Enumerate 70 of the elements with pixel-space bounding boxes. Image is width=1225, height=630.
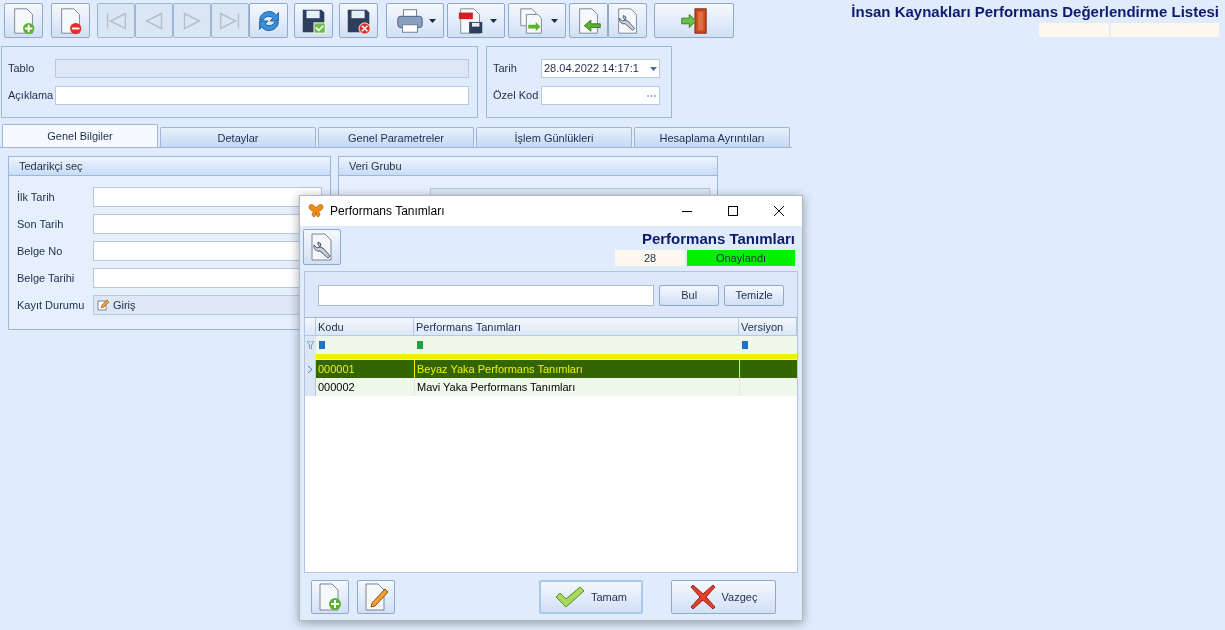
field-label: İlk Tarih — [17, 189, 56, 205]
ellipsis-icon — [647, 94, 656, 97]
edit-document-icon — [363, 583, 389, 611]
toolbar-button[interactable] — [447, 3, 505, 38]
status-value: Giriş — [112, 297, 136, 313]
tablo-field[interactable] — [55, 59, 469, 78]
field-label: Özel Kod — [493, 88, 540, 104]
toolbar-button[interactable] — [294, 3, 333, 38]
tab[interactable]: İşlem Günlükleri — [476, 127, 632, 147]
table-row[interactable]: 000001 Beyaz Yaka Performans Tanımları — [305, 360, 797, 378]
add-document-icon — [317, 583, 343, 611]
find-button[interactable]: Bul — [659, 285, 720, 306]
caret-icon — [428, 18, 436, 23]
field-label: Belge Tarihi — [17, 270, 76, 286]
row-pointer-icon — [308, 365, 312, 373]
edit-button[interactable] — [357, 580, 395, 614]
tab[interactable]: Genel Parametreler — [318, 127, 474, 147]
butterfly-icon — [308, 204, 324, 218]
table-row[interactable]: 000002 Mavi Yaka Performans Tanımları — [305, 378, 797, 396]
checkmark-icon — [554, 586, 585, 608]
filter-icon — [307, 341, 314, 349]
tab[interactable]: Hesaplama Ayrıntıları — [634, 127, 790, 147]
toolbar-button[interactable] — [51, 3, 90, 38]
input-field[interactable] — [93, 187, 322, 207]
column-header[interactable]: Kodu — [316, 318, 414, 335]
cancel-button[interactable]: Vazgeç — [671, 580, 776, 614]
field-label: Tablo — [8, 61, 36, 77]
column-header[interactable]: Versiyon — [739, 318, 797, 335]
tab[interactable]: Detaylar — [160, 127, 316, 147]
maximize-icon — [728, 206, 738, 216]
field-label: Açıklama — [8, 88, 55, 104]
toolbar-button[interactable] — [386, 3, 444, 38]
tab[interactable]: Genel Bilgiler — [2, 124, 158, 147]
search-field[interactable] — [318, 285, 655, 306]
caret-icon — [550, 18, 558, 23]
record-count: 28 — [615, 250, 685, 266]
panel-title: Tedarikçi seç — [9, 157, 330, 176]
settings-icon — [309, 233, 335, 261]
table-cell-text: 000001 — [317, 362, 356, 377]
cross-icon — [689, 584, 716, 610]
toolbar-button[interactable] — [339, 3, 378, 38]
table-cell-text: 000002 — [317, 380, 356, 395]
status-badge: Onaylandı — [687, 250, 795, 266]
close-icon — [774, 206, 784, 216]
date-value: 28.04.2022 14:17:1 — [544, 61, 639, 77]
ok-button[interactable]: Tamam — [539, 580, 643, 614]
toolbar-button[interactable] — [654, 3, 734, 38]
field-label: Belge No — [17, 243, 64, 259]
minimize-icon — [682, 210, 692, 212]
column-header[interactable]: Performans Tanımları — [414, 318, 739, 335]
dialog-heading: Performans Tanımları — [641, 230, 795, 248]
clear-button[interactable]: Temizle — [724, 285, 784, 306]
exit-door-icon — [679, 5, 709, 36]
settings-button[interactable] — [303, 229, 341, 265]
caret-icon — [489, 18, 497, 23]
field-label: Kayıt Durumu — [17, 297, 86, 313]
add-button[interactable] — [311, 580, 349, 614]
panel-title: Veri Grubu — [339, 157, 717, 176]
field-label: Son Tarih — [17, 216, 65, 232]
pencil-note-icon — [96, 299, 109, 311]
dropdown-arrow-icon — [650, 66, 657, 71]
ozel-kod-field[interactable] — [541, 86, 660, 105]
page-title: İnsan Kaynakları Performans Değerlendirme Listesi — [851, 3, 1219, 21]
field-label: Tarih — [493, 61, 518, 77]
info-field — [1039, 23, 1109, 37]
window-title: Performans Tanımları — [330, 203, 445, 220]
toolbar-button[interactable] — [249, 3, 288, 38]
aciklama-field[interactable] — [55, 86, 469, 105]
date-field[interactable]: 28.04.2022 14:17:1 — [541, 59, 660, 78]
table-cell: Mavi Yaka Performans Tanımları — [414, 378, 739, 396]
